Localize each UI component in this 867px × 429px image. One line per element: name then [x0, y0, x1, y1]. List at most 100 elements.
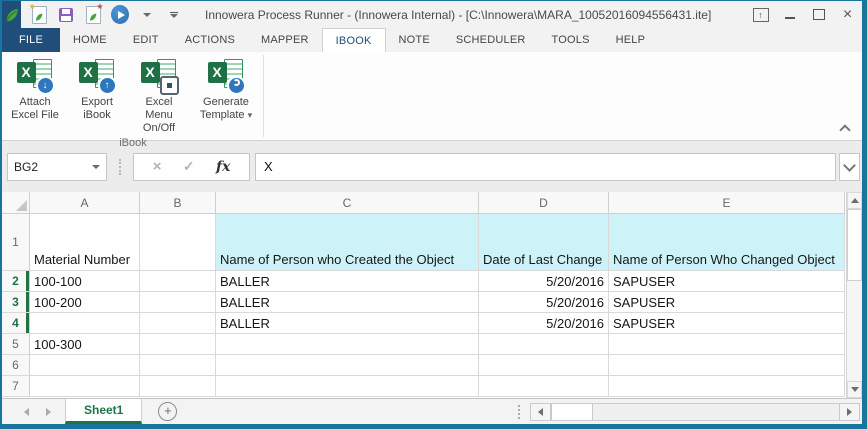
star-icon: ★	[96, 1, 104, 11]
expand-formula-bar-button[interactable]	[839, 152, 860, 181]
cell-b5[interactable]	[140, 334, 216, 355]
select-all-button[interactable]	[2, 192, 30, 214]
add-sheet-button[interactable]: +	[158, 402, 178, 421]
cell-c5[interactable]	[216, 334, 479, 355]
cell-d2[interactable]: 5/20/2016	[479, 271, 609, 292]
column-header-a[interactable]: A	[30, 192, 140, 214]
horizontal-scroll-thumb[interactable]	[551, 402, 593, 421]
generate-template-button[interactable]: X Generate Template ▾	[191, 55, 261, 124]
cell-e2[interactable]: SAPUSER	[609, 271, 845, 292]
star-icon: ★	[28, 1, 36, 11]
formula-bar-splitter[interactable]	[119, 158, 121, 175]
cancel-entry-button[interactable]: ×	[153, 158, 162, 175]
previous-sheet-button[interactable]	[24, 407, 29, 416]
cell-d3[interactable]: 5/20/2016	[479, 292, 609, 313]
row-header-2[interactable]: 2	[2, 271, 30, 292]
tab-mapper[interactable]: MAPPER	[248, 28, 322, 52]
tab-actions[interactable]: ACTIONS	[172, 28, 248, 52]
row-header-1[interactable]: 1	[2, 214, 30, 271]
cell-d6[interactable]	[479, 355, 609, 376]
save-button[interactable]	[57, 6, 75, 24]
name-box[interactable]: BG2	[7, 152, 107, 181]
title-bar: ★ ★ Innowera Process Runner - (Innowera …	[2, 1, 862, 28]
cell-e4[interactable]: SAPUSER	[609, 313, 845, 334]
scroll-down-button[interactable]	[847, 381, 862, 398]
cell-c1[interactable]: Name of Person who Created the Object	[216, 214, 479, 271]
table-row: 5 100-300	[2, 334, 846, 355]
minimize-button[interactable]	[775, 2, 804, 27]
run-button[interactable]	[111, 5, 129, 24]
cell-b4[interactable]	[140, 313, 216, 334]
cell-c4[interactable]: BALLER	[216, 313, 479, 334]
row-header-6[interactable]: 6	[2, 355, 30, 376]
chevron-down-icon	[143, 12, 151, 17]
close-button[interactable]: ×	[833, 2, 862, 27]
cell-a4[interactable]	[30, 313, 140, 334]
tab-note[interactable]: NOTE	[386, 28, 443, 52]
ribbon-display-options-button[interactable]: ↑	[746, 2, 775, 27]
scroll-left-button[interactable]	[530, 402, 551, 421]
tab-file[interactable]: FILE	[2, 28, 61, 52]
cell-a7[interactable]	[30, 376, 140, 397]
cell-d4[interactable]: 5/20/2016	[479, 313, 609, 334]
maximize-button[interactable]	[804, 2, 833, 27]
cell-b1[interactable]	[140, 214, 216, 271]
cell-a2[interactable]: 100-100	[30, 271, 140, 292]
column-header-e[interactable]: E	[609, 192, 845, 214]
column-header-d[interactable]: D	[479, 192, 609, 214]
run-dropdown-button[interactable]	[138, 6, 156, 24]
formula-input[interactable]: X	[255, 152, 836, 181]
open-file-button[interactable]: ★	[28, 1, 48, 24]
column-header-c[interactable]: C	[216, 192, 479, 214]
vertical-scrollbar[interactable]	[846, 192, 862, 398]
row-header-7[interactable]: 7	[2, 376, 30, 397]
cell-c3[interactable]: BALLER	[216, 292, 479, 313]
cell-b6[interactable]	[140, 355, 216, 376]
insert-function-button[interactable]: fx	[216, 159, 230, 175]
row-header-3[interactable]: 3	[2, 292, 30, 313]
column-header-b[interactable]: B	[140, 192, 216, 214]
cell-e6[interactable]	[609, 355, 845, 376]
cell-a6[interactable]	[30, 355, 140, 376]
cell-c2[interactable]: BALLER	[216, 271, 479, 292]
cell-c7[interactable]	[216, 376, 479, 397]
tab-home[interactable]: HOME	[60, 28, 120, 52]
tab-help[interactable]: HELP	[603, 28, 659, 52]
cell-c6[interactable]	[216, 355, 479, 376]
tab-tools[interactable]: TOOLS	[539, 28, 603, 52]
cell-b7[interactable]	[140, 376, 216, 397]
tab-scheduler[interactable]: SCHEDULER	[443, 28, 539, 52]
collapse-ribbon-button[interactable]	[841, 123, 850, 132]
cell-b2[interactable]	[140, 271, 216, 292]
vertical-scroll-thumb[interactable]	[847, 209, 862, 281]
tab-ibook[interactable]: IBOOK	[321, 28, 386, 52]
confirm-entry-button[interactable]: ✓	[183, 158, 195, 175]
cell-d7[interactable]	[479, 376, 609, 397]
row-header-5[interactable]: 5	[2, 334, 30, 355]
new-file-button[interactable]: ★	[84, 1, 104, 24]
row-header-4[interactable]: 4	[2, 313, 30, 334]
tab-scrollbar-splitter[interactable]	[518, 404, 520, 419]
cell-b3[interactable]	[140, 292, 216, 313]
tab-edit[interactable]: EDIT	[120, 28, 172, 52]
export-ibook-button[interactable]: X ↑ Export iBook	[67, 55, 127, 124]
scroll-up-button[interactable]	[847, 192, 862, 209]
next-sheet-button[interactable]	[46, 407, 51, 416]
cell-a3[interactable]: 100-200	[30, 292, 140, 313]
cell-d1[interactable]: Date of Last Change	[479, 214, 609, 271]
cell-a5[interactable]: 100-300	[30, 334, 140, 355]
cell-d5[interactable]	[479, 334, 609, 355]
ribbon-tab-bar: FILE HOME EDIT ACTIONS MAPPER IBOOK NOTE…	[2, 28, 862, 52]
cell-a1[interactable]: Material Number	[30, 214, 140, 271]
excel-menu-on-off-button[interactable]: X Excel Menu On/Off	[129, 55, 189, 137]
cell-e1[interactable]: Name of Person Who Changed Object	[609, 214, 845, 271]
cell-e5[interactable]	[609, 334, 845, 355]
cell-e3[interactable]: SAPUSER	[609, 292, 845, 313]
attach-excel-file-button[interactable]: X ↓ Attach Excel File	[5, 55, 65, 124]
scroll-right-button[interactable]	[839, 402, 860, 421]
horizontal-scroll-track[interactable]	[593, 402, 839, 421]
horizontal-scrollbar[interactable]	[530, 402, 860, 421]
customize-quick-access-button[interactable]	[165, 6, 183, 24]
cell-e7[interactable]	[609, 376, 845, 397]
sheet-tab-sheet1[interactable]: Sheet1	[65, 399, 143, 424]
